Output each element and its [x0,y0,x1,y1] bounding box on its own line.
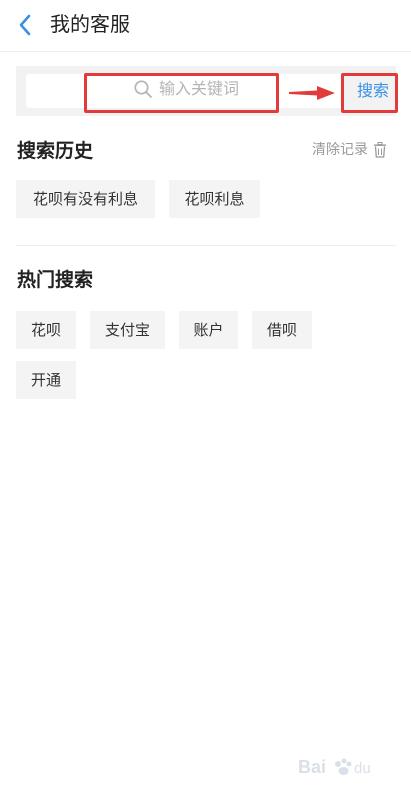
search-placeholder-group: 输入关键词 [133,79,239,99]
svg-text:du: du [354,760,371,777]
search-bar: 输入关键词 搜索 [16,66,396,116]
chevron-left-icon [19,14,31,36]
customer-service-search-page: 我的客服 输入关键词 搜索 搜索历史 清除记录 花呗有没有利息 花呗利息 热门搜… [0,0,411,800]
history-tag[interactable]: 花呗有没有利息 [16,180,155,218]
hot-search-tag[interactable]: 账户 [179,311,238,349]
search-history-title: 搜索历史 [17,140,94,162]
hot-search-tag[interactable]: 支付宝 [90,311,165,349]
history-tag[interactable]: 花呗利息 [169,180,260,218]
hot-search-tag[interactable]: 花呗 [16,311,76,349]
header-bar: 我的客服 [0,0,411,52]
clear-history-button[interactable]: 清除记录 [312,140,387,160]
search-placeholder: 输入关键词 [159,79,240,98]
trash-icon [374,142,386,158]
svg-text:Bai: Bai [298,757,326,777]
search-icon [134,80,152,98]
hot-search-tag[interactable]: 开通 [16,361,76,399]
section-divider [16,245,396,246]
hot-search-title: 热门搜索 [17,269,94,291]
page-title: 我的客服 [50,12,130,36]
watermark-logo-icon: Bai du [298,757,371,777]
back-button[interactable] [10,10,40,40]
search-button[interactable]: 搜索 [350,76,396,106]
clear-history-label: 清除记录 [312,142,368,158]
hot-search-tag[interactable]: 借呗 [252,311,312,349]
